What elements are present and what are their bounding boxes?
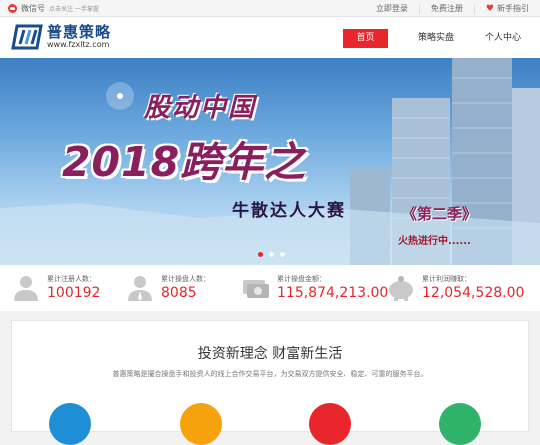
hero-banner[interactable]: 股动中国 2018跨年之 牛散达人大赛 《第二季》 火热进行中...... xyxy=(0,58,540,265)
nav-item-strategy[interactable]: 策略实盘 xyxy=(406,29,466,48)
banner-headline-1: 股动中国 xyxy=(144,93,257,123)
guide-label: 新手指引 xyxy=(497,3,529,13)
piggy-bank-icon xyxy=(389,276,413,301)
main-nav: 首页 策略实盘 个人中心 xyxy=(342,29,540,48)
stat-profit-value: 12,054,528.00 xyxy=(422,285,525,301)
banner-season: 《第二季》 xyxy=(402,205,478,223)
user-icon xyxy=(14,276,38,301)
site-header: 普惠策略 www.fzxltz.com 首页 策略实盘 个人中心 xyxy=(0,17,540,58)
section-description: 普惠策略是撮合操盘手和投资人的线上合作交易平台，为交易双方提供安全、稳定、可靠的… xyxy=(112,370,428,378)
stat-traders: 累计操盘人数： 8085 xyxy=(125,274,210,302)
stat-traders-label: 累计操盘人数： xyxy=(161,275,210,283)
banner-headline-3: 牛散达人大赛 xyxy=(232,201,346,221)
logo-name: 普惠策略 xyxy=(47,23,112,41)
stat-registered-value: 100192 xyxy=(47,285,101,301)
stat-registered: 累计注册人数： 100192 xyxy=(11,274,100,302)
stat-amount-value: 115,874,213.00 xyxy=(277,285,389,301)
site-logo[interactable]: 普惠策略 www.fzxltz.com xyxy=(11,24,111,50)
wechat-follow[interactable]: 微信号 点击关注 一手掌握 xyxy=(8,3,99,14)
top-utility-bar: 微信号 点击关注 一手掌握 立即登录 免费注册 ♥ 新手指引 xyxy=(0,0,540,17)
wechat-label: 微信号 xyxy=(21,4,45,13)
banner-headline-2: 2018跨年之 xyxy=(62,138,307,186)
trader-icon xyxy=(128,276,152,301)
banner-dot-1[interactable] xyxy=(258,252,263,257)
guide-link[interactable]: ♥ 新手指引 xyxy=(473,3,540,14)
logo-url: www.fzxltz.com xyxy=(47,40,110,49)
stats-bar: 累计注册人数： 100192 累计操盘人数： 8085 累计操盘金额： 115,… xyxy=(0,265,540,311)
nav-item-home[interactable]: 首页 xyxy=(342,29,388,48)
stat-registered-label: 累计注册人数： xyxy=(47,275,96,283)
stat-traders-value: 8085 xyxy=(161,285,197,301)
stat-amount-label: 累计操盘金额： xyxy=(277,275,326,283)
banner-dot-2[interactable] xyxy=(269,252,274,257)
feature-24h-icon[interactable] xyxy=(180,403,222,445)
nav-item-account[interactable]: 个人中心 xyxy=(473,29,533,48)
section-title: 投资新理念 财富新生活 xyxy=(197,346,343,362)
feature-yuan-icon[interactable] xyxy=(309,403,351,445)
feature-safety-icon[interactable] xyxy=(49,403,91,445)
banner-status: 火热进行中...... xyxy=(398,236,471,247)
money-icon xyxy=(243,280,269,298)
heart-icon: ♥ xyxy=(485,3,494,14)
stat-amount: 累计操盘金额： 115,874,213.00 xyxy=(241,274,388,302)
wechat-tip: 点击关注 一手掌握 xyxy=(49,6,99,13)
banner-dot-3[interactable] xyxy=(280,252,285,257)
register-link[interactable]: 免费注册 xyxy=(418,3,474,14)
intro-section: 投资新理念 财富新生活 普惠策略是撮合操盘手和投资人的线上合作交易平台，为交易双… xyxy=(11,320,529,445)
stat-profit: 累计利润赚取： 12,054,528.00 xyxy=(386,274,524,302)
banner-pager xyxy=(258,252,285,257)
logo-mark-icon xyxy=(11,24,43,50)
stat-profit-label: 累计利润赚取： xyxy=(422,275,471,283)
login-link[interactable]: 立即登录 xyxy=(365,4,419,14)
wechat-icon xyxy=(8,4,17,13)
feature-document-icon[interactable] xyxy=(439,403,481,445)
